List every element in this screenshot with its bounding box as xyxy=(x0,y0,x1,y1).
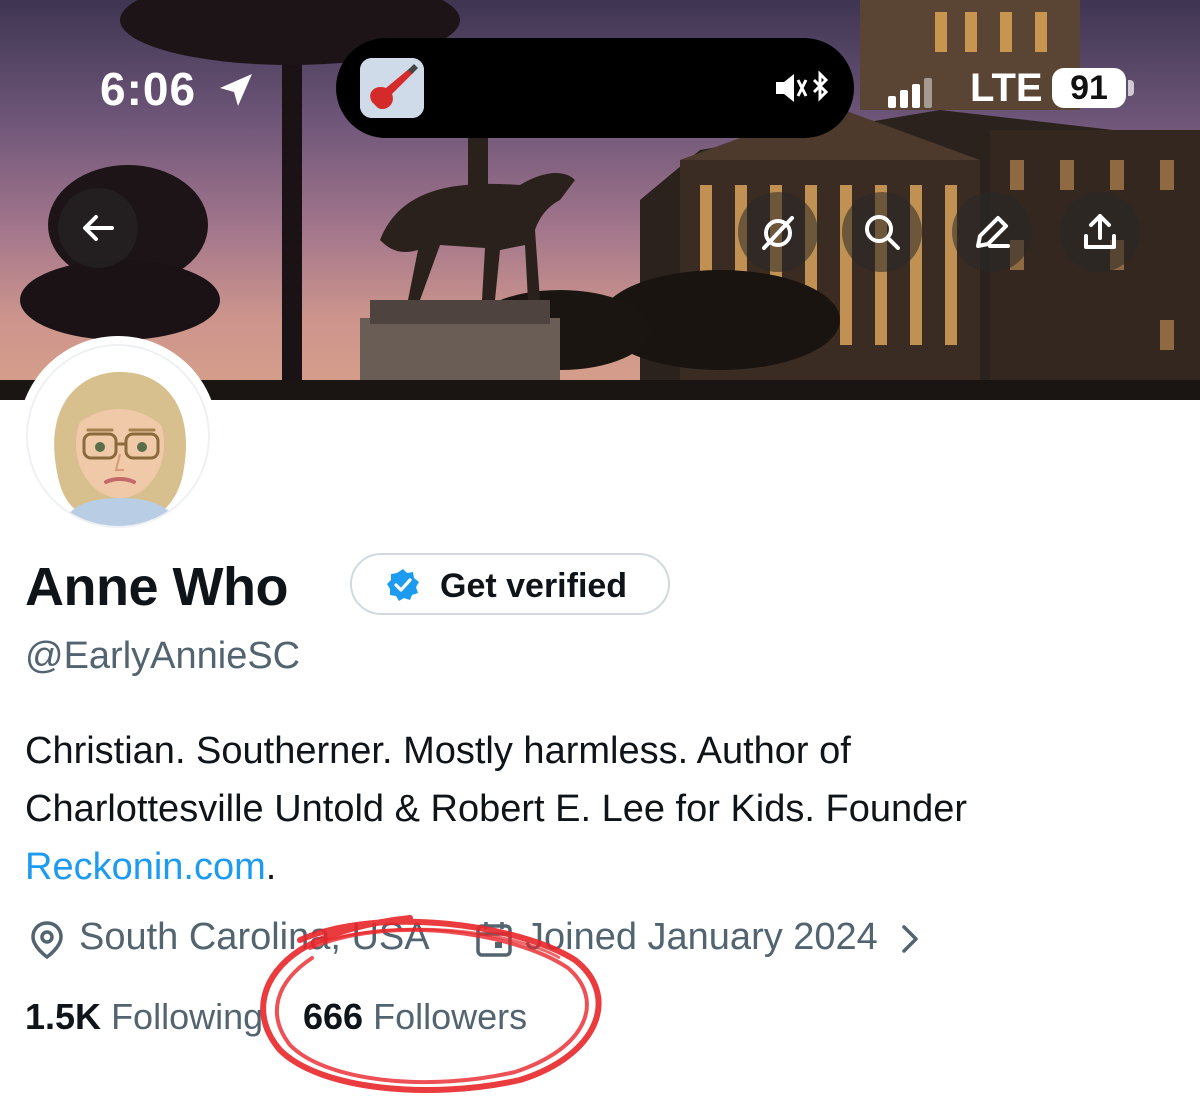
get-verified-label: Get verified xyxy=(440,567,628,605)
profile-handle: @EarlyAnnieSC xyxy=(25,635,301,677)
status-time: 6:06 xyxy=(100,63,197,115)
grok-button[interactable] xyxy=(738,192,818,272)
share-button[interactable] xyxy=(1060,192,1140,272)
now-playing-artwork[interactable] xyxy=(360,58,424,118)
grok-icon xyxy=(762,216,794,250)
profile-location: South Carolina, USA xyxy=(79,916,430,958)
followers-count: 666 xyxy=(303,996,364,1037)
share-icon xyxy=(1084,214,1116,249)
profile-name: Anne Who xyxy=(25,557,288,617)
get-verified-button[interactable]: Get verified xyxy=(350,553,670,615)
pencil-icon xyxy=(976,216,1010,248)
bitmoji-avatar xyxy=(54,372,187,526)
location-pin-icon xyxy=(31,921,63,960)
avatar[interactable] xyxy=(18,336,218,536)
bio-line-3: Reckonin.com. xyxy=(25,838,1175,896)
cellular-signal-icon xyxy=(888,78,932,108)
back-button[interactable] xyxy=(58,188,138,268)
search-icon xyxy=(865,215,900,250)
followers-link[interactable]: 666 Followers xyxy=(303,996,527,1038)
network-type: LTE xyxy=(970,66,1043,110)
guitar-artwork-icon xyxy=(360,58,424,118)
bio-link-suffix: . xyxy=(265,846,277,888)
bio-line-1: Christian. Southerner. Mostly harmless. … xyxy=(25,730,851,772)
edit-button[interactable] xyxy=(952,192,1032,272)
bio-link[interactable]: Reckonin.com xyxy=(25,846,266,888)
calendar-icon xyxy=(476,922,512,957)
battery-tip xyxy=(1128,80,1134,96)
mute-bluetooth-icon xyxy=(776,70,829,102)
battery-level: 91 xyxy=(1052,68,1126,108)
following-link[interactable]: 1.5K Following xyxy=(25,996,263,1038)
search-button[interactable] xyxy=(842,192,922,272)
location-arrow-icon xyxy=(220,74,252,106)
profile-bio: Christian. Southerner. Mostly harmless. … xyxy=(25,722,1175,896)
profile-joined: Joined January 2024 xyxy=(525,916,878,958)
back-arrow-icon xyxy=(83,215,114,241)
verified-badge-icon xyxy=(387,569,419,601)
following-count: 1.5K xyxy=(25,996,102,1037)
bio-line-2: Charlottesville Untold & Robert E. Lee f… xyxy=(25,788,968,830)
following-label: Following xyxy=(111,996,264,1037)
followers-label: Followers xyxy=(373,996,528,1037)
chevron-right-icon[interactable] xyxy=(899,924,921,954)
avatar-image xyxy=(26,344,210,528)
dynamic-island[interactable] xyxy=(336,38,854,138)
